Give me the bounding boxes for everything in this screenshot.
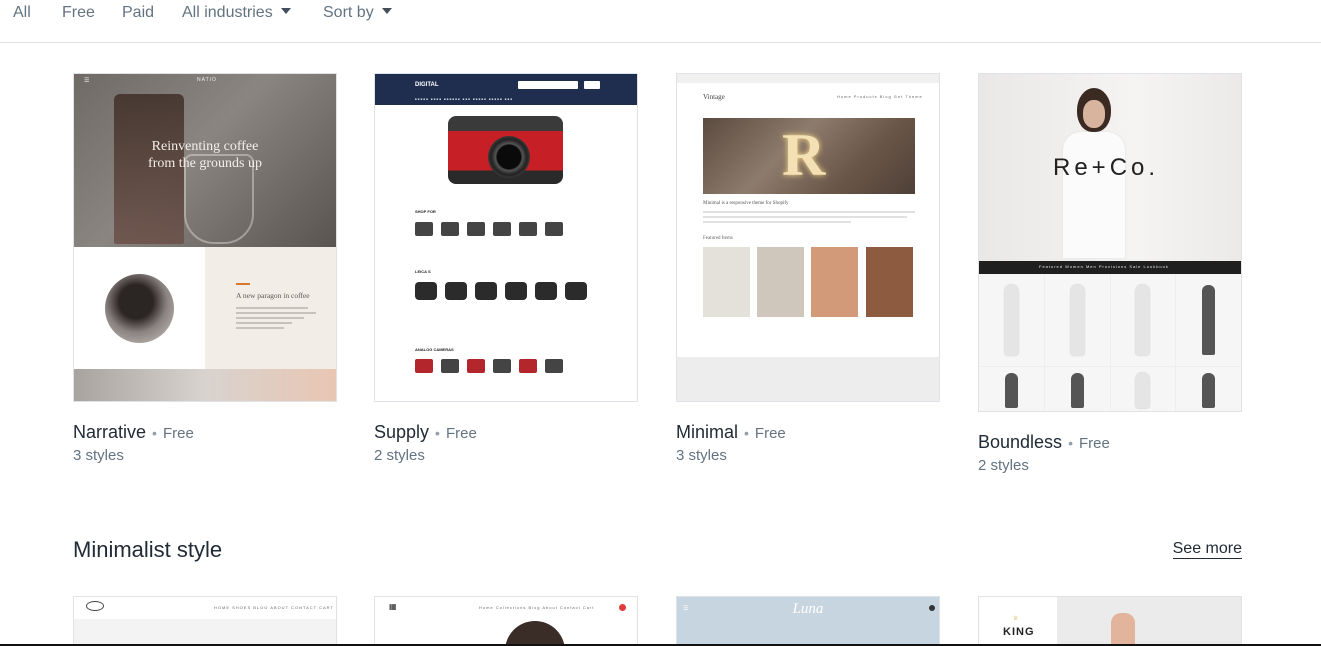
see-more-link[interactable]: See more	[1172, 540, 1242, 559]
cart-badge-icon	[619, 604, 626, 611]
theme-price: Free	[445, 425, 477, 442]
theme-name[interactable]: Boundless	[978, 432, 1062, 452]
preview-logo: Vintage	[703, 93, 725, 101]
theme-card-supply: DIGITAL ■■■■■ ■■■■ ■■■■■■ ■■■ ■■■■■ ■■■■…	[374, 73, 638, 464]
preview-section-label: ANALOG CAMERAS	[415, 347, 454, 352]
theme-name[interactable]: Minimal	[676, 422, 738, 442]
preview-nav: Featured Women Men Provisions Sale Lookb…	[1039, 264, 1169, 269]
grid-logo-icon: ▦	[389, 602, 397, 611]
model-image	[505, 621, 565, 646]
marquee-letter-image: R	[782, 122, 826, 188]
preview-product-grid	[979, 274, 1241, 411]
preview-headline: Reinventing coffee from the grounds up	[74, 138, 336, 172]
preview-footer	[677, 357, 939, 401]
section-title: Minimalist style	[73, 537, 223, 562]
preview-logo: DIGITAL	[415, 82, 439, 88]
preview-text-lines	[236, 307, 316, 332]
camera-lens-image	[488, 136, 530, 178]
industries-label: All industries	[182, 4, 273, 21]
theme-title-row: Supply • Free	[374, 421, 638, 445]
separator-dot: •	[1068, 435, 1073, 451]
theme-preview-minimal[interactable]: Vintage Home Products Blog Get Theme R M…	[676, 73, 940, 402]
preview-footer-image	[74, 369, 336, 401]
preview-product-row	[415, 282, 587, 300]
theme-price: Free	[1078, 435, 1110, 452]
theme-title-row: Boundless • Free	[978, 431, 1242, 455]
preview-product	[811, 247, 858, 317]
theme-preview-minimalist-3[interactable]: Luna ☰	[676, 596, 940, 646]
preview-featured-label: Featured Items	[703, 236, 733, 241]
theme-styles-count: 2 styles	[978, 457, 1029, 474]
preview-search-box	[518, 81, 578, 89]
crown-icon: ♕	[1013, 616, 1019, 622]
preview-logo: Luna	[792, 601, 824, 617]
theme-styles-count: 3 styles	[73, 447, 124, 464]
preview-cart-box	[584, 81, 600, 89]
preview-text-lines	[703, 211, 915, 226]
separator-dot: •	[435, 425, 440, 441]
preview-nav: Home Collections Blog About Contact Cart	[479, 605, 595, 610]
preview-logo: Re+Co.	[1053, 154, 1160, 181]
separator-dot: •	[152, 425, 157, 441]
theme-styles-count: 2 styles	[374, 447, 425, 464]
preview-tagline: Minimal is a responsive theme for Shopif…	[703, 201, 789, 206]
theme-price: Free	[754, 425, 786, 442]
product-circle-image	[105, 274, 174, 343]
preview-product	[757, 247, 804, 317]
preview-section-label: SHOP FOR	[415, 209, 436, 214]
theme-preview-narrative[interactable]: ☰ NATIO Reinventing coffee from the grou…	[73, 73, 337, 402]
preview-hero	[1057, 597, 1241, 646]
theme-name[interactable]: Supply	[374, 422, 429, 442]
theme-title-row: Narrative • Free	[73, 421, 337, 445]
cart-icon	[929, 605, 935, 611]
theme-name[interactable]: Narrative	[73, 422, 146, 442]
preview-nav: Home Products Blog Get Theme	[837, 94, 923, 99]
preview-logo: KING	[1003, 626, 1035, 638]
menu-icon: ☰	[84, 78, 90, 84]
preview-product	[866, 247, 913, 317]
preview-logo: NATIO	[197, 77, 217, 83]
menu-icon: ☰	[683, 606, 689, 612]
preview-topbar	[677, 74, 939, 83]
theme-preview-supply[interactable]: DIGITAL ■■■■■ ■■■■ ■■■■■■ ■■■ ■■■■■ ■■■■…	[374, 73, 638, 402]
eye-logo-icon	[86, 601, 104, 611]
theme-title-row: Minimal • Free	[676, 421, 940, 445]
preview-hero	[74, 619, 336, 646]
preview-product	[703, 247, 750, 317]
theme-card-minimal: Vintage Home Products Blog Get Theme R M…	[676, 73, 940, 464]
hand-image	[1111, 613, 1135, 646]
sort-dropdown[interactable]: Sort by	[323, 4, 392, 22]
industries-dropdown[interactable]: All industries	[182, 4, 291, 22]
caret-down-icon	[381, 8, 392, 14]
preview-headline-line1: Reinventing coffee	[151, 139, 259, 154]
theme-preview-minimalist-2[interactable]: ▦ Home Collections Blog About Contact Ca…	[374, 596, 638, 646]
preview-headline-line2: from the grounds up	[148, 156, 262, 171]
theme-preview-boundless[interactable]: Re+Co. Featured Women Men Provisions Sal…	[978, 73, 1242, 412]
preview-product-row	[415, 359, 563, 373]
theme-styles-count: 3 styles	[676, 447, 727, 464]
theme-card-narrative: ☰ NATIO Reinventing coffee from the grou…	[73, 73, 337, 464]
preview-section-label: LEICA S	[415, 269, 431, 274]
theme-preview-minimalist-1[interactable]: HOME SHOES BLOG ABOUT CONTACT CART	[73, 596, 337, 646]
filter-bar: All Free Paid All industries Sort by	[0, 0, 1321, 43]
preview-product-row	[415, 222, 563, 236]
preview-nav: HOME SHOES BLOG ABOUT CONTACT CART	[214, 605, 334, 610]
filter-all[interactable]: All	[13, 4, 31, 22]
theme-card-boundless: Re+Co. Featured Women Men Provisions Sal…	[978, 73, 1242, 474]
theme-price: Free	[162, 425, 194, 442]
separator-dot: •	[744, 425, 749, 441]
theme-preview-minimalist-4[interactable]: ♕ KING	[978, 596, 1242, 646]
filter-paid[interactable]: Paid	[122, 4, 154, 22]
sort-label: Sort by	[323, 4, 374, 21]
filter-free[interactable]: Free	[62, 4, 95, 22]
preview-subheadline: A new paragon in coffee	[236, 291, 310, 300]
preview-menu: ■■■■■ ■■■■ ■■■■■■ ■■■ ■■■■■ ■■■■■ ■■■	[415, 97, 514, 101]
caret-down-icon	[280, 8, 291, 14]
accent-rule	[236, 283, 250, 285]
